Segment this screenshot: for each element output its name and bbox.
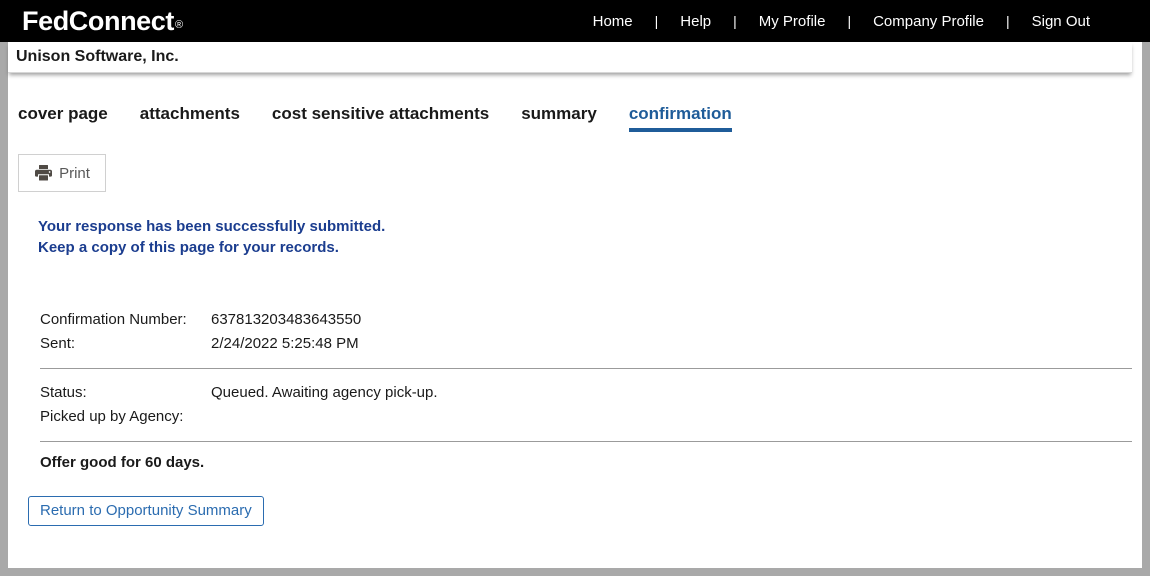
confirmation-number-label: Confirmation Number:: [40, 308, 211, 332]
detail-row-picked-up-by-agency: Picked up by Agency:: [40, 405, 1132, 429]
tab-summary[interactable]: summary: [521, 104, 597, 132]
tab-confirmation[interactable]: confirmation: [629, 104, 732, 132]
registered-trademark-icon: ®: [175, 19, 183, 31]
nav-link-home[interactable]: Home: [591, 13, 635, 30]
success-message-line-2: Keep a copy of this page for your record…: [38, 237, 1142, 258]
nav-separator: |: [733, 13, 737, 29]
status-label: Status:: [40, 381, 211, 405]
status-value: Queued. Awaiting agency pick-up.: [211, 381, 438, 405]
divider-2: [40, 441, 1132, 442]
logo-text: FedConnect: [22, 6, 174, 36]
top-nav-links: Home | Help | My Profile | Company Profi…: [591, 13, 1136, 30]
detail-row-status: Status: Queued. Awaiting agency pick-up.: [40, 381, 1132, 405]
printer-icon: [34, 163, 54, 183]
nav-link-help[interactable]: Help: [678, 13, 713, 30]
tab-cover-page[interactable]: cover page: [18, 104, 108, 132]
sent-label: Sent:: [40, 332, 211, 356]
nav-separator: |: [847, 13, 851, 29]
return-to-opportunity-summary-button[interactable]: Return to Opportunity Summary: [28, 496, 264, 526]
fedconnect-logo[interactable]: FedConnect®: [22, 8, 183, 35]
company-name: Unison Software, Inc.: [16, 48, 179, 66]
offer-validity-note: Offer good for 60 days.: [40, 454, 1142, 471]
divider-1: [40, 368, 1132, 369]
nav-separator: |: [655, 13, 659, 29]
main-content: Print Your response has been successfull…: [8, 132, 1142, 526]
top-navigation-bar: FedConnect® Home | Help | My Profile | C…: [0, 0, 1150, 42]
nav-separator: |: [1006, 13, 1010, 29]
company-header-wrapper: Unison Software, Inc.: [0, 42, 1150, 78]
nav-link-my-profile[interactable]: My Profile: [757, 13, 828, 30]
tab-bar: cover page attachments cost sensitive at…: [8, 78, 1142, 132]
tab-cost-sensitive-attachments[interactable]: cost sensitive attachments: [272, 104, 489, 132]
confirmation-details: Confirmation Number: 637813203483643550 …: [40, 308, 1132, 442]
nav-link-sign-out[interactable]: Sign Out: [1030, 13, 1092, 30]
tab-attachments[interactable]: attachments: [140, 104, 240, 132]
company-header-bar: Unison Software, Inc.: [8, 42, 1132, 73]
nav-link-company-profile[interactable]: Company Profile: [871, 13, 986, 30]
picked-up-by-agency-label: Picked up by Agency:: [40, 405, 211, 429]
page-frame: FedConnect® Home | Help | My Profile | C…: [0, 0, 1150, 576]
sent-value: 2/24/2022 5:25:48 PM: [211, 332, 359, 356]
detail-row-confirmation-number: Confirmation Number: 637813203483643550: [40, 308, 1132, 332]
print-button[interactable]: Print: [18, 154, 106, 192]
success-message-line-1: Your response has been successfully subm…: [38, 216, 1142, 237]
detail-row-sent: Sent: 2/24/2022 5:25:48 PM: [40, 332, 1132, 356]
print-button-label: Print: [59, 165, 90, 182]
confirmation-number-value: 637813203483643550: [211, 308, 361, 332]
submission-success-message: Your response has been successfully subm…: [38, 216, 1142, 258]
